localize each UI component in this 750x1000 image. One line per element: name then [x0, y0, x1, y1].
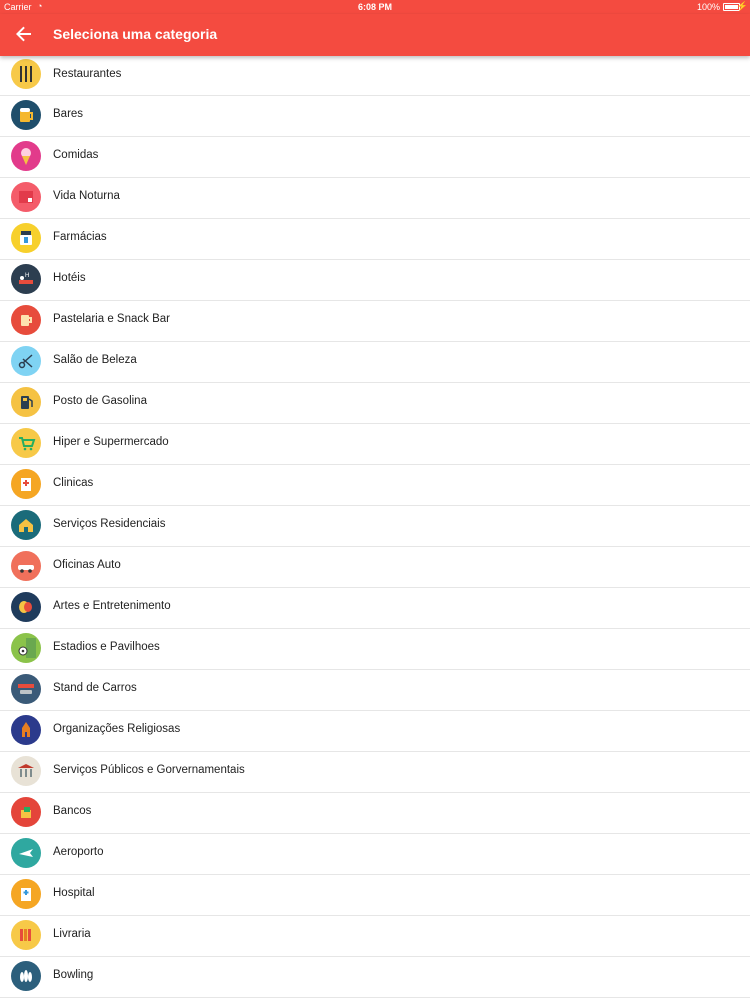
hospital-icon — [11, 879, 41, 909]
category-label: Serviços Públicos e Gorvernamentais — [53, 764, 245, 776]
category-label: Comidas — [53, 149, 99, 161]
church-icon — [11, 715, 41, 745]
category-label: Posto de Gasolina — [53, 395, 147, 407]
category-label: Oficinas Auto — [53, 559, 121, 571]
category-label: Hotéis — [53, 272, 86, 284]
page-title: Seleciona uma categoria — [53, 26, 218, 42]
category-label: Restaurantes — [53, 68, 122, 80]
charging-icon: ⚡ — [736, 1, 748, 11]
category-item[interactable]: Posto de Gasolina — [0, 383, 750, 424]
battery-percent: 100% — [696, 2, 720, 12]
category-label: Organizações Religiosas — [53, 723, 181, 735]
category-item[interactable]: Bowling — [0, 957, 750, 998]
category-item[interactable]: Stand de Carros — [0, 670, 750, 711]
category-item[interactable]: Restaurantes — [0, 56, 750, 96]
gas-pump-icon — [11, 387, 41, 417]
shopping-cart-icon — [11, 428, 41, 458]
category-item[interactable]: Hiper e Supermercado — [0, 424, 750, 465]
category-label: Estadios e Pavilhoes — [53, 641, 160, 653]
category-item[interactable]: Livraria — [0, 916, 750, 957]
theater-masks-icon — [11, 592, 41, 622]
category-item[interactable]: Comidas — [0, 137, 750, 178]
scissors-icon — [11, 346, 41, 376]
category-list: Restaurantes Bares Comidas Vida Noturna Farm… — [0, 56, 750, 1000]
car-dealer-icon — [11, 674, 41, 704]
bowling-icon — [11, 961, 41, 991]
bank-icon — [11, 797, 41, 827]
category-item[interactable]: Serviços Residenciais — [0, 506, 750, 547]
svg-text:H: H — [25, 273, 29, 279]
clinic-icon — [11, 469, 41, 499]
category-label: Artes e Entretenimento — [53, 600, 171, 612]
category-label: Bancos — [53, 805, 92, 817]
category-item[interactable]: Bares — [0, 96, 750, 137]
category-label: Hiper e Supermercado — [53, 436, 169, 448]
hotel-icon: H — [11, 264, 41, 294]
airplane-icon — [11, 838, 41, 868]
category-label: Farmácias — [53, 231, 107, 243]
category-label: Stand de Carros — [53, 682, 137, 694]
category-label: Hospital — [53, 887, 95, 899]
category-label: Bowling — [53, 969, 94, 981]
category-label: Aeroporto — [53, 846, 104, 858]
category-item[interactable]: Serviços Públicos e Gorvernamentais — [0, 752, 750, 793]
category-item[interactable]: Clinicas — [0, 465, 750, 506]
arrow-back-icon[interactable] — [12, 22, 36, 46]
category-item[interactable]: Oficinas Auto — [0, 547, 750, 588]
category-item[interactable]: Salão de Beleza — [0, 342, 750, 383]
ice-cream-icon — [11, 141, 41, 171]
cutlery-icon — [11, 59, 41, 89]
category-item[interactable]: Vida Noturna — [0, 178, 750, 219]
category-label: Vida Noturna — [53, 190, 120, 202]
category-item[interactable]: Estadios e Pavilhoes — [0, 629, 750, 670]
books-icon — [11, 920, 41, 950]
category-label: Pastelaria e Snack Bar — [53, 313, 170, 325]
house-icon — [11, 510, 41, 540]
category-item[interactable]: Aeroporto — [0, 834, 750, 875]
app-bar: Seleciona uma categoria — [0, 14, 750, 56]
category-label: Salão de Beleza — [53, 354, 137, 366]
category-item[interactable]: H Hotéis — [0, 260, 750, 301]
soccer-ball-icon — [11, 633, 41, 663]
category-item[interactable]: Hospital — [0, 875, 750, 916]
category-label: Livraria — [53, 928, 91, 940]
category-label: Serviços Residenciais — [53, 518, 166, 530]
car-icon — [11, 551, 41, 581]
nightlife-icon — [11, 182, 41, 212]
category-label: Clinicas — [53, 477, 94, 489]
category-item[interactable]: Bancos — [0, 793, 750, 834]
pharmacy-icon — [11, 223, 41, 253]
government-building-icon — [11, 756, 41, 786]
category-item[interactable]: Artes e Entretenimento — [0, 588, 750, 629]
coffee-icon — [11, 305, 41, 335]
category-item[interactable]: Pastelaria e Snack Bar — [0, 301, 750, 342]
status-time: 6:08 PM — [357, 2, 392, 12]
category-item[interactable]: Farmácias — [0, 219, 750, 260]
status-bar: Carrier ◔ 6:08 PM 100% ⚡ — [0, 0, 750, 14]
category-item[interactable]: Organizações Religiosas — [0, 711, 750, 752]
beer-icon — [11, 100, 41, 130]
category-label: Bares — [53, 108, 84, 120]
